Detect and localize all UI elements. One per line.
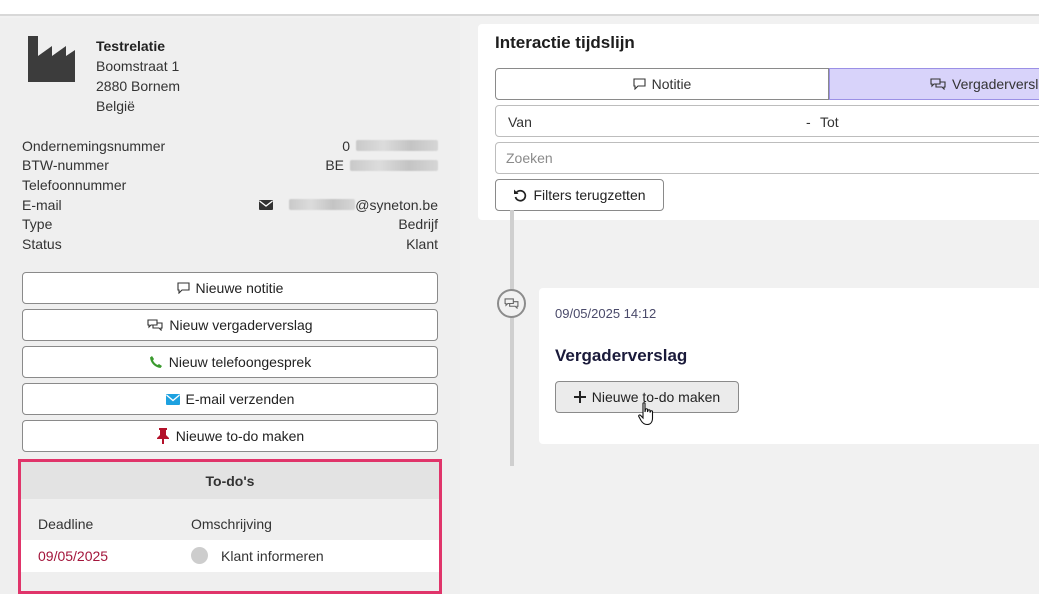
entry-new-todo-label: Nieuwe to-do maken [591, 389, 721, 405]
date-from[interactable]: Van [508, 114, 532, 130]
phone-icon [149, 356, 162, 368]
date-to[interactable]: Tot [820, 114, 839, 130]
new-call-label: Nieuw telefoongesprek [168, 354, 312, 370]
new-meeting-label: Nieuw vergaderverslag [169, 317, 313, 333]
date-separator: - [806, 114, 811, 130]
entry-date: 09/05/2025 14:12 [555, 306, 657, 321]
field-label: Ondernemingsnummer [22, 137, 166, 154]
entry-title: Vergaderverslag [555, 346, 688, 365]
column-deadline: Deadline [38, 516, 94, 532]
pushpin-icon [156, 428, 169, 444]
toggle-note-label: Notitie [651, 76, 692, 92]
redacted-value [356, 140, 438, 152]
top-bar [0, 0, 1039, 16]
redacted-value [289, 199, 356, 211]
reset-filters-button[interactable]: Filters terugzetten [495, 179, 664, 211]
field-status: Status Klant [22, 234, 438, 254]
new-todo-label: Nieuwe to-do maken [175, 428, 305, 444]
field-email: E-mail @syneton.be [22, 195, 438, 215]
timeline-line [510, 210, 514, 466]
envelope-icon [165, 393, 180, 405]
hand-cursor-icon [638, 402, 654, 426]
field-phone: Telefoonnummer [22, 175, 438, 195]
field-enterprise-number: Ondernemingsnummer 0 [22, 136, 438, 156]
speech-bubbles-icon [504, 298, 519, 309]
redacted-value [350, 159, 438, 171]
speech-bubbles-icon [147, 319, 163, 331]
speech-bubbles-icon [930, 78, 946, 90]
company-name: Testrelatie [96, 38, 165, 54]
todo-row[interactable]: 09/05/2025 Klant informeren [21, 540, 439, 572]
field-value: Klant [406, 235, 438, 252]
field-value: Bedrijf [398, 216, 438, 233]
field-value: 0 [342, 137, 350, 154]
new-note-label: Nieuwe notitie [195, 280, 284, 296]
new-todo-button[interactable]: Nieuwe to-do maken [22, 420, 438, 452]
todo-deadline: 09/05/2025 [38, 548, 109, 564]
column-description: Omschrijving [191, 516, 272, 532]
field-label: Status [22, 235, 62, 252]
field-value: BE [325, 157, 344, 174]
field-label: Telefoonnummer [22, 176, 127, 193]
reset-filters-label: Filters terugzetten [533, 187, 646, 203]
new-meeting-report-button[interactable]: Nieuw vergaderverslag [22, 309, 438, 341]
field-vat-number: BTW-nummer BE [22, 156, 438, 176]
envelope-icon[interactable] [259, 199, 274, 210]
company-header: Testrelatie Boomstraat 1 2880 Bornem Bel… [28, 34, 448, 114]
company-street: Boomstraat 1 [96, 58, 180, 74]
field-label: Type [22, 216, 53, 233]
company-fields: Ondernemingsnummer 0 BTW-nummer BE Telef… [22, 136, 438, 254]
factory-icon [28, 36, 75, 82]
company-country: België [96, 98, 135, 114]
field-type: Type Bedrijf [22, 214, 438, 234]
speech-bubble-icon [176, 282, 190, 294]
date-range-picker[interactable]: Van - Tot [495, 105, 1039, 137]
field-label: E-mail [22, 196, 62, 213]
action-buttons: Nieuwe notitie Nieuw vergaderverslag Nie… [22, 272, 438, 457]
new-phone-call-button[interactable]: Nieuw telefoongesprek [22, 346, 438, 378]
timeline-entry: 09/05/2025 14:12 Vergaderverslag Nieuwe … [539, 288, 1039, 444]
toggle-meeting-label: Vergaderverslag [952, 76, 1039, 92]
toggle-meeting-report[interactable]: Vergaderverslag [829, 68, 1039, 100]
search-input[interactable] [495, 142, 1039, 174]
toggle-note[interactable]: Notitie [495, 68, 829, 100]
type-toggle: Notitie Vergaderverslag [495, 68, 1039, 100]
field-value[interactable]: @syneton.be [355, 197, 438, 213]
relation-panel: Testrelatie Boomstraat 1 2880 Bornem Bel… [0, 18, 460, 594]
timeline-filter-card: Interactie tijdslijn Notitie Vergaderver… [478, 24, 1039, 220]
todos-column-headers: Deadline Omschrijving [21, 516, 439, 536]
timeline-title: Interactie tijdslijn [495, 33, 635, 52]
speech-bubble-icon [633, 78, 646, 90]
send-email-button[interactable]: E-mail verzenden [22, 383, 438, 415]
todos-title: To-do's [21, 462, 439, 499]
todo-description: Klant informeren [221, 548, 324, 564]
timeline-node [497, 289, 526, 318]
send-email-label: E-mail verzenden [185, 391, 295, 407]
company-city: 2880 Bornem [96, 78, 181, 94]
new-note-button[interactable]: Nieuwe notitie [22, 272, 438, 304]
todo-status-circle-icon[interactable] [191, 547, 208, 564]
undo-icon [514, 189, 527, 202]
field-label: BTW-nummer [22, 157, 109, 174]
plus-icon [573, 391, 586, 403]
todos-panel: To-do's Deadline Omschrijving 09/05/2025… [18, 459, 442, 594]
